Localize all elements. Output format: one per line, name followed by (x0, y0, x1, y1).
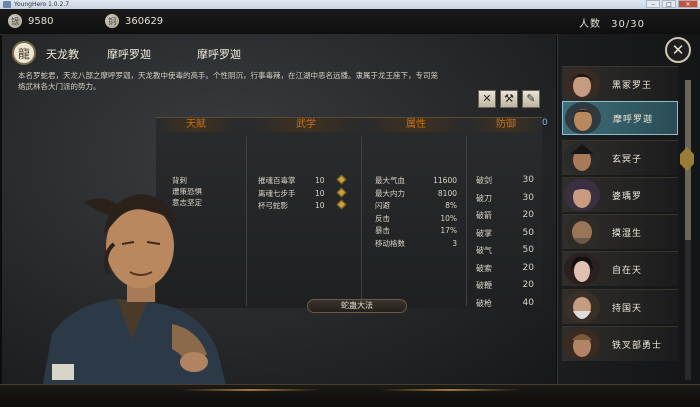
copper-amount: 360629 (125, 15, 164, 27)
edit-button[interactable]: ✎ (522, 90, 540, 108)
roster-name: 铁叉部勇士 (612, 340, 663, 351)
roster-item-selected[interactable]: 摩呼罗迦 (562, 101, 678, 135)
avatar (564, 179, 600, 211)
roster-name: 自在天 (612, 265, 643, 276)
window-close-button[interactable]: ✕ (678, 0, 698, 8)
martial-level: 10 (315, 201, 325, 210)
attributes-header: 属性 (366, 118, 466, 132)
upgrade-diamond-icon[interactable] (336, 187, 347, 197)
roster-name: 摸湿生 (612, 228, 643, 239)
character-name: 摩呼罗迦 (107, 48, 151, 61)
martial-level: 10 (315, 188, 325, 198)
defense-row: 破气 50 (476, 245, 534, 255)
minimize-button[interactable]: – (646, 0, 660, 8)
defense-row: 破索 20 (476, 262, 534, 273)
character-panel: 龍 天龙教 摩呼罗迦 摩呼罗迦 本名罗蛇君，天龙八部之摩呼罗迦，天龙教中使毒的高… (2, 34, 556, 389)
avatar (564, 253, 600, 285)
martial-item[interactable]: 摧魂百毒掌 10 (258, 174, 350, 188)
sect-name: 天龙教 (46, 48, 79, 61)
roster-name: 持国天 (612, 303, 643, 314)
attribute-row: 反击 10% (375, 213, 457, 223)
silver-coin-icon: 银 (8, 14, 22, 28)
martial-list: 摧魂百毒掌 10 离魂七步手 10 杯弓蛇影 10 (258, 174, 350, 213)
roster-scrollbar[interactable] (685, 80, 691, 380)
defense-row: 破刀 30 (476, 192, 534, 203)
roster-name: 玄冥子 (612, 154, 643, 165)
sect-emblem-icon: 龍 (12, 41, 36, 65)
ornament-divider (380, 389, 520, 391)
character-title-name: 摩呼罗迦 (197, 48, 241, 61)
attribute-list: 最大气血 11600 最大内力 8100 闪避 8% 反击 10% 暴击 17% 移动格数… (375, 175, 457, 250)
party-count: 人数 30/30 (579, 15, 645, 30)
window-controls: – □ ✕ (646, 0, 698, 9)
bottom-bar (0, 384, 700, 407)
defense-row: 破箭 20 (476, 210, 534, 220)
roster-item[interactable]: 持国天 (562, 289, 678, 324)
roster-item[interactable]: 婆瑀罗 (562, 177, 678, 212)
upgrade-diamond-icon[interactable] (336, 174, 347, 185)
roster-item[interactable]: 玄冥子 (562, 140, 678, 175)
roster-name: 黑冢罗王 (612, 80, 653, 91)
special-skill-button[interactable]: 蛇蛊大法 (307, 299, 407, 313)
martial-header: 武学 (251, 118, 361, 132)
equipment-button[interactable]: ⚒ (500, 90, 518, 108)
martial-name: 摧魂百毒掌 (258, 176, 296, 185)
character-portrait (42, 194, 227, 389)
avatar (564, 291, 600, 323)
roster-item[interactable]: 铁叉部勇士 (562, 326, 678, 361)
avatar (564, 142, 600, 174)
avatar (564, 216, 600, 248)
martial-item[interactable]: 杯弓蛇影 10 (258, 199, 350, 213)
roster-name: 婆瑀罗 (612, 191, 643, 202)
silver-resource: 银 9580 (8, 14, 53, 28)
corner-value: 0 (542, 118, 548, 128)
talent-header: 天赋 (156, 118, 236, 132)
roster-item[interactable]: 黑冢罗王 (562, 66, 678, 101)
app-icon (3, 1, 11, 8)
attribute-row: 暴击 17% (375, 226, 457, 235)
avatar (565, 102, 601, 134)
defense-row: 破剑 30 (476, 175, 534, 185)
party-label: 人数 (578, 19, 601, 30)
martial-item[interactable]: 离魂七步手 10 (258, 187, 350, 201)
defense-list: 破剑 30 破刀 30 破箭 20 破掌 50 破气 50 破索 20 破鞭 20 破枪 40 (476, 175, 534, 315)
ornament-divider (180, 389, 320, 391)
roster-item[interactable]: 自在天 (562, 251, 678, 286)
upgrade-diamond-icon[interactable] (336, 199, 347, 210)
copper-resource: 铜 360629 (105, 14, 163, 28)
silver-amount: 9580 (28, 15, 54, 27)
martial-name: 离魂七步手 (258, 188, 296, 198)
attribute-row: 最大气血 11600 (375, 176, 457, 185)
attribute-row: 最大内力 8100 (375, 188, 457, 198)
avatar (564, 68, 600, 100)
defense-row: 破掌 50 (476, 227, 534, 238)
roster-name: 摩呼罗迦 (613, 114, 654, 125)
defense-header: 防御 (471, 118, 541, 132)
column-divider (466, 136, 467, 306)
window-title: YoungHero 1.0.2.7 (14, 1, 70, 8)
column-divider (246, 136, 247, 306)
party-value: 30/30 (611, 19, 645, 30)
defense-row: 破鞭 20 (476, 280, 534, 290)
action-buttons: ✕ ⚒ ✎ (478, 90, 540, 108)
resource-bar: 银 9580 铜 360629 人数 30/30 (0, 9, 700, 35)
roster-item[interactable]: 摸湿生 (562, 214, 678, 249)
attribute-row: 移动格数 3 (375, 238, 457, 248)
martial-name: 杯弓蛇影 (258, 201, 288, 210)
copper-coin-icon: 铜 (105, 14, 119, 28)
avatar (564, 328, 600, 360)
dismiss-button[interactable]: ✕ (478, 90, 496, 108)
maximize-button[interactable]: □ (662, 0, 676, 8)
character-description: 本名罗蛇君，天龙八部之摩呼罗迦，天龙教中使毒的高手。个性阴沉，行事毒辣，在江湖中… (18, 71, 438, 91)
defense-row: 破枪 40 (476, 297, 534, 308)
attribute-row: 闪避 8% (375, 201, 457, 210)
martial-level: 10 (315, 176, 325, 185)
close-icon[interactable]: ✕ (665, 37, 691, 63)
column-divider (361, 136, 362, 306)
